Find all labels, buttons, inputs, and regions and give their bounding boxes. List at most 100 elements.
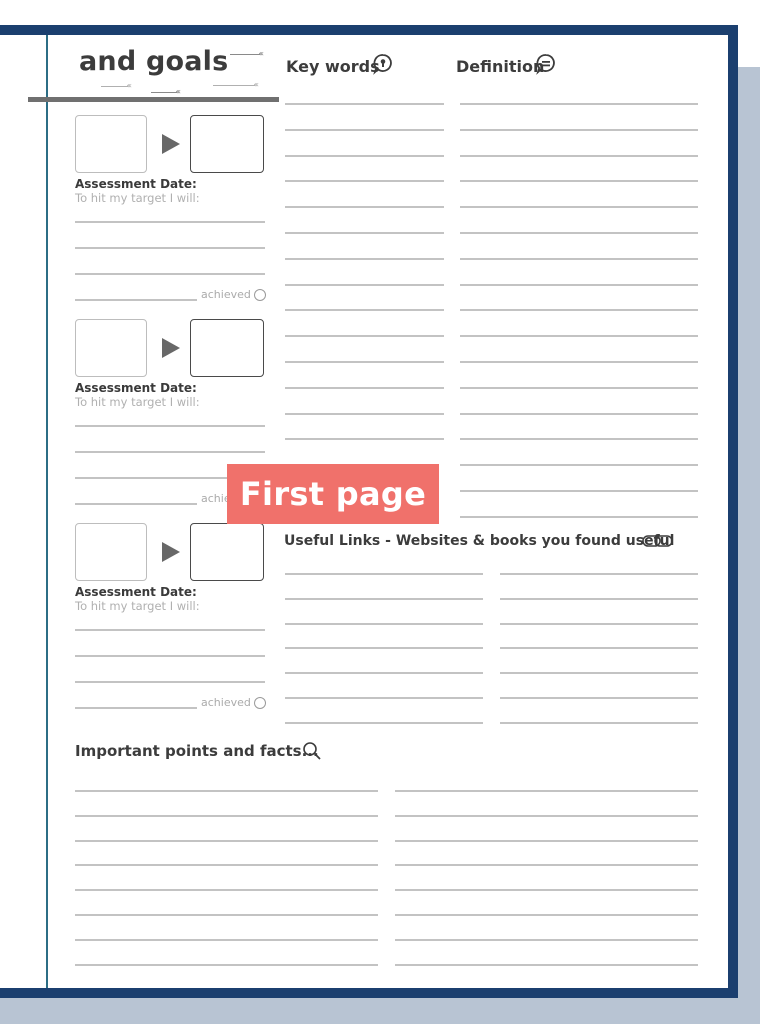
target-plan-line[interactable] <box>75 655 265 657</box>
key-word-line[interactable] <box>285 412 444 415</box>
point-line[interactable] <box>75 839 378 842</box>
link-line[interactable] <box>285 597 483 600</box>
target-plan-line[interactable] <box>75 681 265 683</box>
achieved-line[interactable] <box>75 707 197 709</box>
point-line[interactable] <box>75 814 378 817</box>
point-line[interactable] <box>75 938 378 941</box>
link-line[interactable] <box>500 622 698 625</box>
point-line[interactable] <box>75 914 378 916</box>
margin-line <box>46 35 48 988</box>
definition-line[interactable] <box>460 257 698 260</box>
key-word-line[interactable] <box>285 335 444 338</box>
link-line[interactable] <box>500 597 698 600</box>
target-plan-line[interactable] <box>75 451 265 453</box>
point-line[interactable] <box>395 839 698 842</box>
current-grade-box[interactable] <box>75 319 147 377</box>
definition-heading: Definition <box>456 57 545 76</box>
arrow-decoration-icon: ‹‹‹ <box>230 49 264 58</box>
link-icon <box>642 535 674 547</box>
point-line[interactable] <box>395 963 698 966</box>
point-line[interactable] <box>395 914 698 916</box>
link-line[interactable] <box>500 647 698 650</box>
definition-line[interactable] <box>460 386 698 389</box>
link-line[interactable] <box>500 697 698 699</box>
arrow-decoration-icon: ‹‹‹ <box>101 81 132 90</box>
key-word-line[interactable] <box>285 309 444 312</box>
link-line[interactable] <box>285 647 483 650</box>
key-word-line[interactable] <box>285 438 444 441</box>
target-grade-box[interactable] <box>190 523 264 581</box>
definition-line[interactable] <box>460 103 698 105</box>
key-word-line[interactable] <box>285 128 444 131</box>
definition-line[interactable] <box>460 128 698 131</box>
point-line[interactable] <box>75 889 378 892</box>
target-plan-line[interactable] <box>75 273 265 275</box>
target-prompt: To hit my target I will: <box>75 599 200 613</box>
link-line[interactable] <box>500 573 698 575</box>
achieved-line[interactable] <box>75 299 197 301</box>
definition-line[interactable] <box>460 412 698 415</box>
achieved-label: achieved <box>201 288 251 301</box>
keyhole-speech-icon <box>372 53 394 75</box>
achieved-checkbox[interactable] <box>254 697 266 709</box>
link-line[interactable] <box>285 573 483 575</box>
link-line[interactable] <box>285 697 483 699</box>
point-line[interactable] <box>75 790 378 792</box>
definition-line[interactable] <box>460 309 698 312</box>
arrow-right-icon <box>162 542 180 562</box>
first-page-banner: First page <box>227 464 439 524</box>
link-line[interactable] <box>285 622 483 625</box>
target-grade-box[interactable] <box>190 319 264 377</box>
point-line[interactable] <box>395 790 698 792</box>
current-grade-box[interactable] <box>75 115 147 173</box>
target-plan-line[interactable] <box>75 629 265 631</box>
arrow-decoration-icon: ‹‹‹ <box>213 80 259 89</box>
definition-line[interactable] <box>460 180 698 183</box>
key-word-line[interactable] <box>285 103 444 105</box>
key-word-line[interactable] <box>285 206 444 209</box>
key-word-line[interactable] <box>285 180 444 183</box>
target-plan-line[interactable] <box>75 247 265 249</box>
key-words-heading: Key words <box>286 57 380 76</box>
key-word-line[interactable] <box>285 386 444 389</box>
definition-line[interactable] <box>460 232 698 234</box>
target-plan-line[interactable] <box>75 425 265 427</box>
key-word-line[interactable] <box>285 154 444 157</box>
point-line[interactable] <box>395 864 698 867</box>
definition-line[interactable] <box>460 438 698 441</box>
definition-line[interactable] <box>460 515 698 518</box>
important-points-heading: Important points and facts... <box>75 742 319 760</box>
key-word-line[interactable] <box>285 361 444 363</box>
point-line[interactable] <box>395 938 698 941</box>
assessment-date-label: Assessment Date: <box>75 381 197 395</box>
arrow-right-icon <box>162 338 180 358</box>
definition-line[interactable] <box>460 154 698 157</box>
link-line[interactable] <box>285 721 483 724</box>
achieved-line[interactable] <box>75 503 197 505</box>
speech-bubble-icon <box>535 53 557 75</box>
key-word-line[interactable] <box>285 257 444 260</box>
definition-line[interactable] <box>460 283 698 286</box>
key-word-line[interactable] <box>285 232 444 234</box>
point-line[interactable] <box>395 889 698 892</box>
link-line[interactable] <box>500 672 698 675</box>
target-prompt: To hit my target I will: <box>75 395 200 409</box>
point-line[interactable] <box>395 814 698 817</box>
point-line[interactable] <box>75 864 378 867</box>
page-title: and goals <box>79 46 229 77</box>
assessment-date-label: Assessment Date: <box>75 585 197 599</box>
key-word-line[interactable] <box>285 283 444 286</box>
definition-line[interactable] <box>460 206 698 209</box>
current-grade-box[interactable] <box>75 523 147 581</box>
link-line[interactable] <box>285 672 483 675</box>
definition-line[interactable] <box>460 335 698 338</box>
assessment-date-label: Assessment Date: <box>75 177 197 191</box>
definition-line[interactable] <box>460 464 698 467</box>
link-line[interactable] <box>500 721 698 724</box>
definition-line[interactable] <box>460 361 698 363</box>
target-plan-line[interactable] <box>75 221 265 223</box>
target-grade-box[interactable] <box>190 115 264 173</box>
achieved-checkbox[interactable] <box>254 289 266 301</box>
point-line[interactable] <box>75 963 378 966</box>
definition-line[interactable] <box>460 490 698 492</box>
